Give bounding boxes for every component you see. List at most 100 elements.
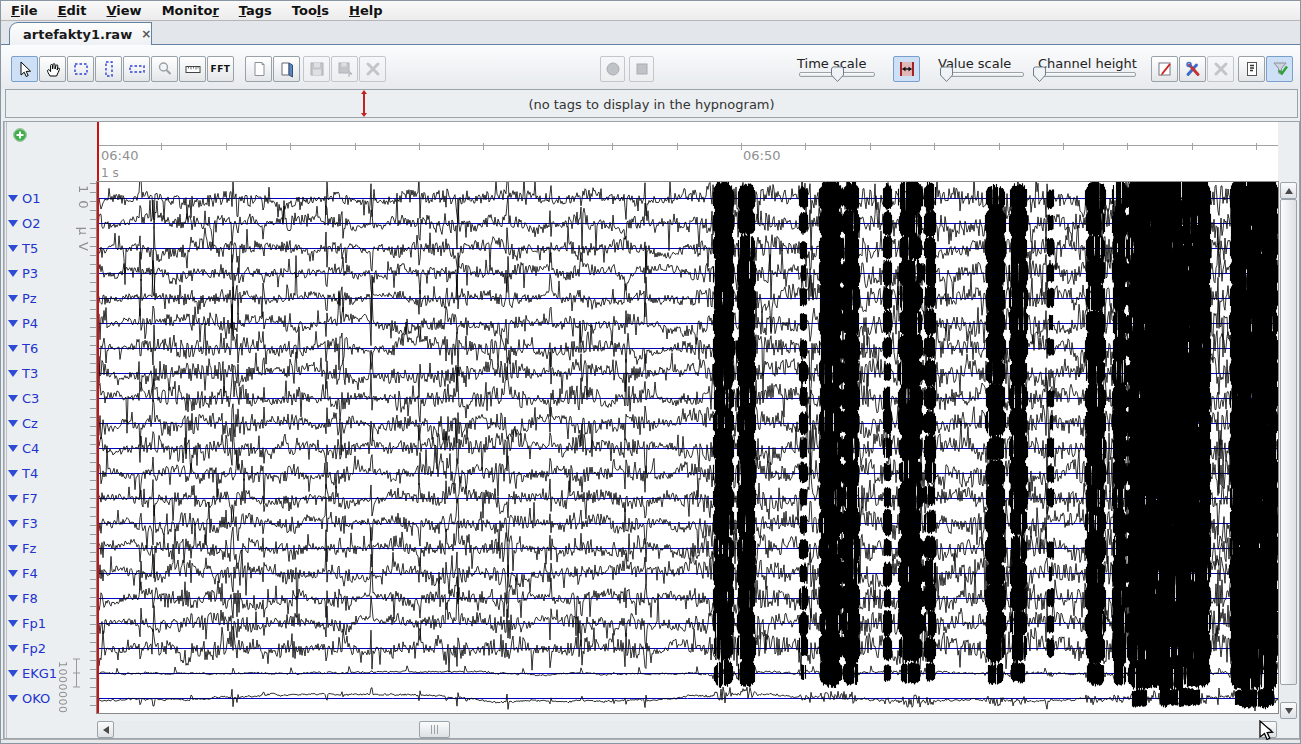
channel-collapse-icon[interactable]: [8, 520, 18, 527]
hypnogram-marker-bottom: [361, 113, 367, 117]
remove-preferences-button[interactable]: [1207, 56, 1234, 82]
channel-collapse-icon[interactable]: [8, 595, 18, 602]
channel-collapse-icon[interactable]: [8, 195, 18, 202]
time-scale-slider-thumb[interactable]: [830, 66, 845, 83]
channel-collapse-icon[interactable]: [8, 545, 18, 552]
channel-label-f8[interactable]: F8: [8, 590, 38, 606]
hand-icon: [44, 60, 62, 78]
signal-plot-area[interactable]: [96, 181, 1279, 714]
channel-label-t5[interactable]: T5: [8, 240, 38, 256]
ruler-tick: [1063, 143, 1064, 150]
save-tag-as-button[interactable]: [331, 56, 358, 82]
menu-item-tags[interactable]: Tags: [229, 1, 282, 20]
channel-label-c4[interactable]: C4: [8, 440, 39, 456]
new-tag-document-button[interactable]: [245, 56, 272, 82]
eeg-traces-canvas[interactable]: [97, 182, 1278, 713]
channel-collapse-icon[interactable]: [8, 695, 18, 702]
channel-collapse-icon[interactable]: [8, 395, 18, 402]
horizontal-scrollbar[interactable]: [97, 721, 1278, 738]
channel-label-t3[interactable]: T3: [8, 365, 38, 381]
channel-collapse-icon[interactable]: [8, 445, 18, 452]
channel-label-p4[interactable]: P4: [8, 315, 38, 331]
signal-preferences-button[interactable]: [1179, 56, 1206, 82]
scroll-up-button[interactable]: [1280, 182, 1297, 199]
channel-label-o1[interactable]: O1: [8, 190, 41, 206]
menu-item-monitor[interactable]: Monitor: [152, 1, 229, 20]
channel-label-o2[interactable]: O2: [8, 215, 41, 231]
select-tool-button[interactable]: [11, 56, 38, 82]
channel-collapse-icon[interactable]: [8, 320, 18, 327]
amplitude-scale-label: 10 µV: [76, 185, 91, 258]
tools-icon: [1184, 60, 1202, 78]
channel-collapse-icon[interactable]: [8, 245, 18, 252]
channel-collapse-icon[interactable]: [8, 470, 18, 477]
horizontal-scrollbar-thumb[interactable]: [419, 721, 450, 738]
channel-name: P3: [22, 266, 38, 281]
channel-label-fz[interactable]: Fz: [8, 540, 36, 556]
tab-close-icon[interactable]: ×: [141, 27, 151, 41]
channel-label-c3[interactable]: C3: [8, 390, 39, 406]
save-tag-button[interactable]: [303, 56, 330, 82]
channel-label-fp1[interactable]: Fp1: [8, 615, 46, 631]
channel-label-f7[interactable]: F7: [8, 490, 38, 506]
fit-time-scale-button[interactable]: [893, 56, 920, 82]
channel-collapse-icon[interactable]: [8, 620, 18, 627]
channel-label-fp2[interactable]: Fp2: [8, 640, 46, 656]
scroll-left-button[interactable]: [97, 721, 114, 738]
select-epoch-tool-button[interactable]: [67, 56, 94, 82]
channel-height-slider[interactable]: [1033, 72, 1136, 77]
hand-tool-button[interactable]: [39, 56, 66, 82]
edit-signal-montage-button[interactable]: [1151, 56, 1178, 82]
menu-item-edit[interactable]: Edit: [48, 1, 97, 20]
channel-name: C4: [22, 441, 39, 456]
value-scale-slider-thumb[interactable]: [939, 66, 954, 83]
channel-height-slider-thumb[interactable]: [1032, 66, 1047, 83]
channel-collapse-icon[interactable]: [8, 295, 18, 302]
zoom-tool-button[interactable]: [151, 56, 178, 82]
channel-collapse-icon[interactable]: [8, 670, 18, 677]
menu-item-help[interactable]: Help: [339, 1, 392, 20]
channel-collapse-icon[interactable]: [8, 270, 18, 277]
tag-style-button[interactable]: [1238, 56, 1265, 82]
channel-label-ekg1[interactable]: EKG1: [8, 665, 57, 681]
select-block-tool-button[interactable]: [123, 56, 150, 82]
channel-label-f3[interactable]: F3: [8, 515, 38, 531]
close-tag-button[interactable]: [359, 56, 386, 82]
menu-item-tools[interactable]: Tools: [282, 1, 339, 20]
channel-name: Fp1: [22, 616, 46, 631]
left-arrow-icon: [103, 726, 109, 734]
stop-button[interactable]: [629, 56, 654, 82]
channel-collapse-icon[interactable]: [8, 645, 18, 652]
select-channel-tool-button[interactable]: [95, 56, 122, 82]
open-tag-document-button[interactable]: [273, 56, 300, 82]
filter-toggle-button[interactable]: [1266, 56, 1293, 82]
vertical-scrollbar-thumb[interactable]: [1280, 199, 1297, 685]
channel-collapse-icon[interactable]: [8, 345, 18, 352]
scroll-down-button[interactable]: [1280, 702, 1297, 719]
ruler-time-mid: 06:50: [743, 148, 780, 163]
ruler-tool-button[interactable]: [179, 56, 206, 82]
document-tab[interactable]: artefakty1.raw ×: [9, 22, 152, 45]
hypnogram-marker[interactable]: [363, 93, 365, 114]
channel-collapse-icon[interactable]: [8, 420, 18, 427]
channel-collapse-icon[interactable]: [8, 220, 18, 227]
ruler-tick: [870, 143, 871, 150]
fft-tool-button[interactable]: FFT: [207, 56, 234, 82]
menu-item-file[interactable]: File: [1, 1, 48, 20]
menu-item-view[interactable]: View: [97, 1, 152, 20]
channel-collapse-icon[interactable]: [8, 495, 18, 502]
vertical-scrollbar[interactable]: [1280, 182, 1297, 719]
channel-collapse-icon[interactable]: [8, 370, 18, 377]
channel-label-t4[interactable]: T4: [8, 465, 38, 481]
channel-label-cz[interactable]: Cz: [8, 415, 38, 431]
channel-label-t6[interactable]: T6: [8, 340, 38, 356]
channel-label-pz[interactable]: Pz: [8, 290, 37, 306]
channel-collapse-icon[interactable]: [8, 570, 18, 577]
channel-label-f4[interactable]: F4: [8, 565, 38, 581]
ruler-tick: [290, 143, 291, 150]
channel-name: C3: [22, 391, 39, 406]
amplitude-mini-ruler: [90, 183, 96, 712]
channel-label-p3[interactable]: P3: [8, 265, 38, 281]
record-button[interactable]: [600, 56, 625, 82]
channel-label-oko[interactable]: OKO: [8, 690, 50, 706]
